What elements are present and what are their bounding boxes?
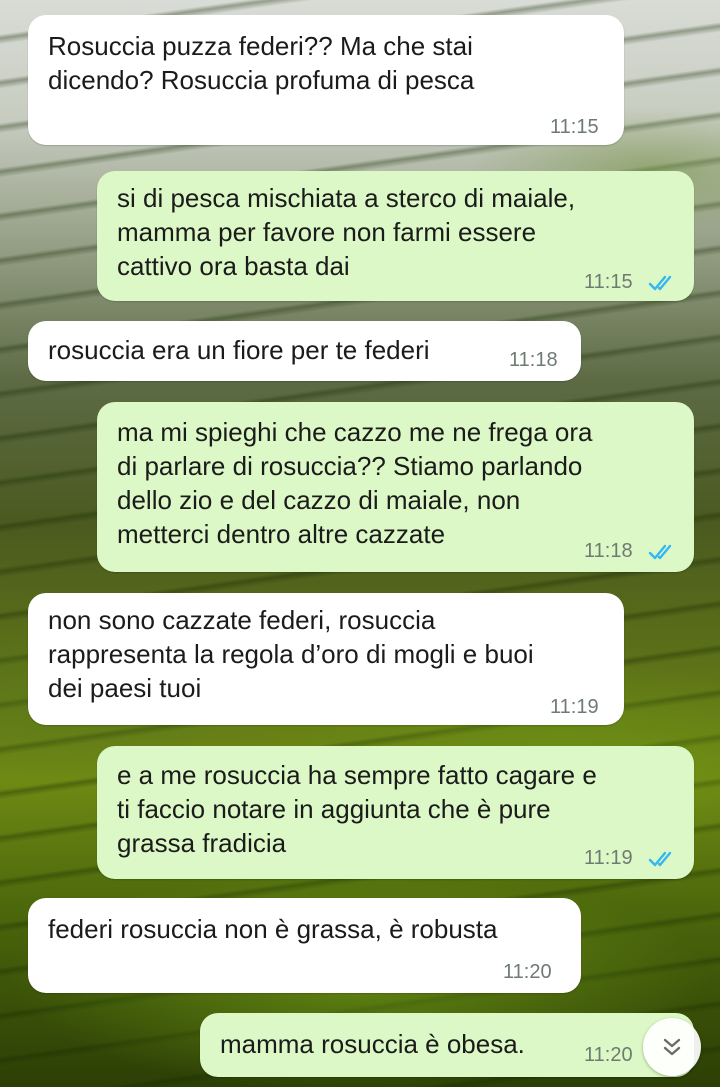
scroll-to-bottom-button[interactable] bbox=[643, 1018, 701, 1076]
message-timestamp: 11:15 bbox=[584, 271, 633, 293]
message-text: non sono cazzate federi, rosuccia rappre… bbox=[48, 605, 534, 703]
read-receipt-icon bbox=[648, 851, 672, 867]
message-timestamp: 11:18 bbox=[584, 540, 633, 562]
message-timestamp: 11:19 bbox=[584, 847, 633, 869]
message-text: si di pesca mischiata a sterco di maiale… bbox=[117, 183, 576, 281]
message-timestamp: 11:19 bbox=[550, 696, 599, 718]
message-timestamp: 11:20 bbox=[503, 961, 552, 983]
incoming-message[interactable]: federi rosuccia non è grassa, è robusta … bbox=[28, 898, 581, 993]
incoming-message[interactable]: non sono cazzate federi, rosuccia rappre… bbox=[28, 593, 624, 725]
message-text: Rosuccia puzza federi?? Ma che stai dice… bbox=[48, 31, 475, 95]
read-receipt-icon bbox=[648, 275, 672, 291]
read-receipt-icon bbox=[648, 544, 672, 560]
double-chevron-down-icon bbox=[663, 1038, 681, 1056]
message-text: ma mi spieghi che cazzo me ne frega ora … bbox=[117, 417, 593, 549]
outgoing-message[interactable]: si di pesca mischiata a sterco di maiale… bbox=[97, 171, 694, 301]
incoming-message[interactable]: Rosuccia puzza federi?? Ma che stai dice… bbox=[28, 15, 624, 145]
outgoing-message[interactable]: mamma rosuccia è obesa. 11:20 bbox=[200, 1013, 694, 1077]
message-list[interactable]: Rosuccia puzza federi?? Ma che stai dice… bbox=[0, 0, 720, 1087]
outgoing-message[interactable]: ma mi spieghi che cazzo me ne frega ora … bbox=[97, 402, 694, 572]
message-text: mamma rosuccia è obesa. bbox=[220, 1029, 525, 1059]
message-timestamp: 11:15 bbox=[550, 116, 599, 138]
incoming-message[interactable]: rosuccia era un fiore per te federi 11:1… bbox=[28, 321, 581, 381]
message-text: federi rosuccia non è grassa, è robusta bbox=[48, 914, 498, 944]
message-text: e a me rosuccia ha sempre fatto cagare e… bbox=[117, 760, 597, 858]
outgoing-message[interactable]: e a me rosuccia ha sempre fatto cagare e… bbox=[97, 746, 694, 879]
message-text: rosuccia era un fiore per te federi bbox=[48, 335, 430, 365]
message-timestamp: 11:18 bbox=[509, 349, 558, 371]
message-timestamp: 11:20 bbox=[584, 1044, 633, 1066]
